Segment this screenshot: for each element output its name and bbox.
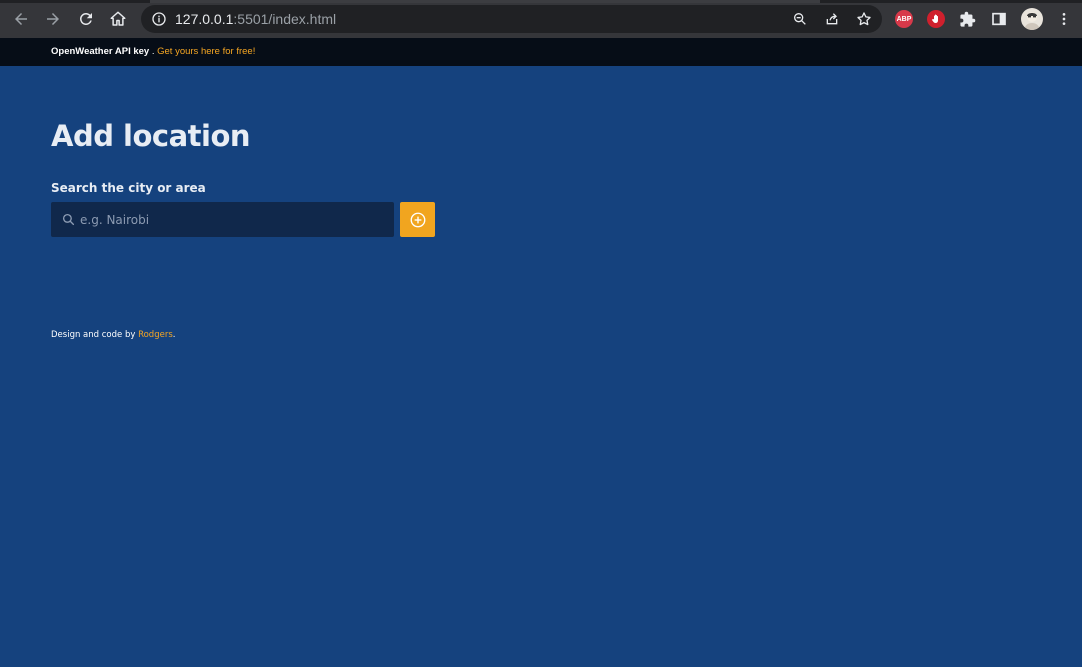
api-key-text: OpenWeather API key . Get yours here for… bbox=[51, 46, 255, 58]
get-api-key-link[interactable]: Get yours here for free! bbox=[157, 46, 255, 57]
url-host: 127.0.0.1 bbox=[175, 11, 234, 27]
author-link[interactable]: Rodgers bbox=[138, 330, 173, 340]
api-key-separator: . bbox=[149, 46, 158, 57]
avatar-icon bbox=[1024, 12, 1040, 30]
home-button[interactable] bbox=[106, 7, 130, 31]
forward-button[interactable] bbox=[41, 7, 65, 31]
api-key-bar: OpenWeather API key . Get yours here for… bbox=[0, 38, 1082, 66]
extensions-icon[interactable] bbox=[957, 9, 977, 29]
footer-suffix: . bbox=[172, 330, 176, 340]
reload-button[interactable] bbox=[74, 7, 98, 31]
adblock-label: ABP bbox=[896, 15, 912, 23]
search-field[interactable] bbox=[51, 202, 394, 237]
menu-icon[interactable] bbox=[1054, 9, 1074, 29]
panel-glyph-icon bbox=[992, 12, 1006, 26]
zoom-icon[interactable] bbox=[792, 11, 808, 27]
api-key-label: OpenWeather API key bbox=[51, 46, 150, 57]
tab-strip bbox=[0, 0, 1082, 3]
arrow-right-icon bbox=[47, 13, 59, 25]
footer-credit: Design and code by Rodgers. bbox=[51, 329, 175, 341]
star-icon[interactable] bbox=[856, 11, 872, 27]
puzzle-icon bbox=[959, 11, 975, 27]
reload-icon bbox=[79, 12, 92, 25]
hand-glyph-icon bbox=[931, 14, 938, 23]
page-title: Add location bbox=[51, 119, 251, 153]
arrow-left-icon bbox=[15, 13, 27, 25]
hand-stop-icon[interactable] bbox=[927, 10, 945, 28]
adblock-icon[interactable]: ABP bbox=[895, 10, 913, 28]
home-icon bbox=[110, 11, 126, 26]
browser-toolbar: 127.0.0.1:5501/index.html ABP bbox=[0, 0, 1082, 38]
plus-circle-icon bbox=[410, 212, 425, 227]
address-bar[interactable]: 127.0.0.1:5501/index.html bbox=[141, 5, 882, 33]
url-path: :5501/index.html bbox=[233, 11, 337, 27]
back-button[interactable] bbox=[9, 7, 33, 31]
side-panel-icon[interactable] bbox=[989, 9, 1009, 29]
footer-prefix: Design and code by bbox=[51, 330, 139, 340]
kebab-icon bbox=[1062, 13, 1066, 25]
add-location-button[interactable] bbox=[400, 202, 435, 237]
search-label: Search the city or area bbox=[51, 181, 206, 195]
url-text[interactable]: 127.0.0.1:5501/index.html bbox=[175, 11, 336, 27]
profile-avatar[interactable] bbox=[1021, 8, 1043, 30]
active-tab-edge bbox=[150, 0, 820, 3]
search-input[interactable] bbox=[80, 202, 385, 237]
search-icon bbox=[62, 213, 75, 226]
info-icon[interactable] bbox=[151, 11, 167, 27]
share-icon[interactable] bbox=[824, 11, 840, 27]
